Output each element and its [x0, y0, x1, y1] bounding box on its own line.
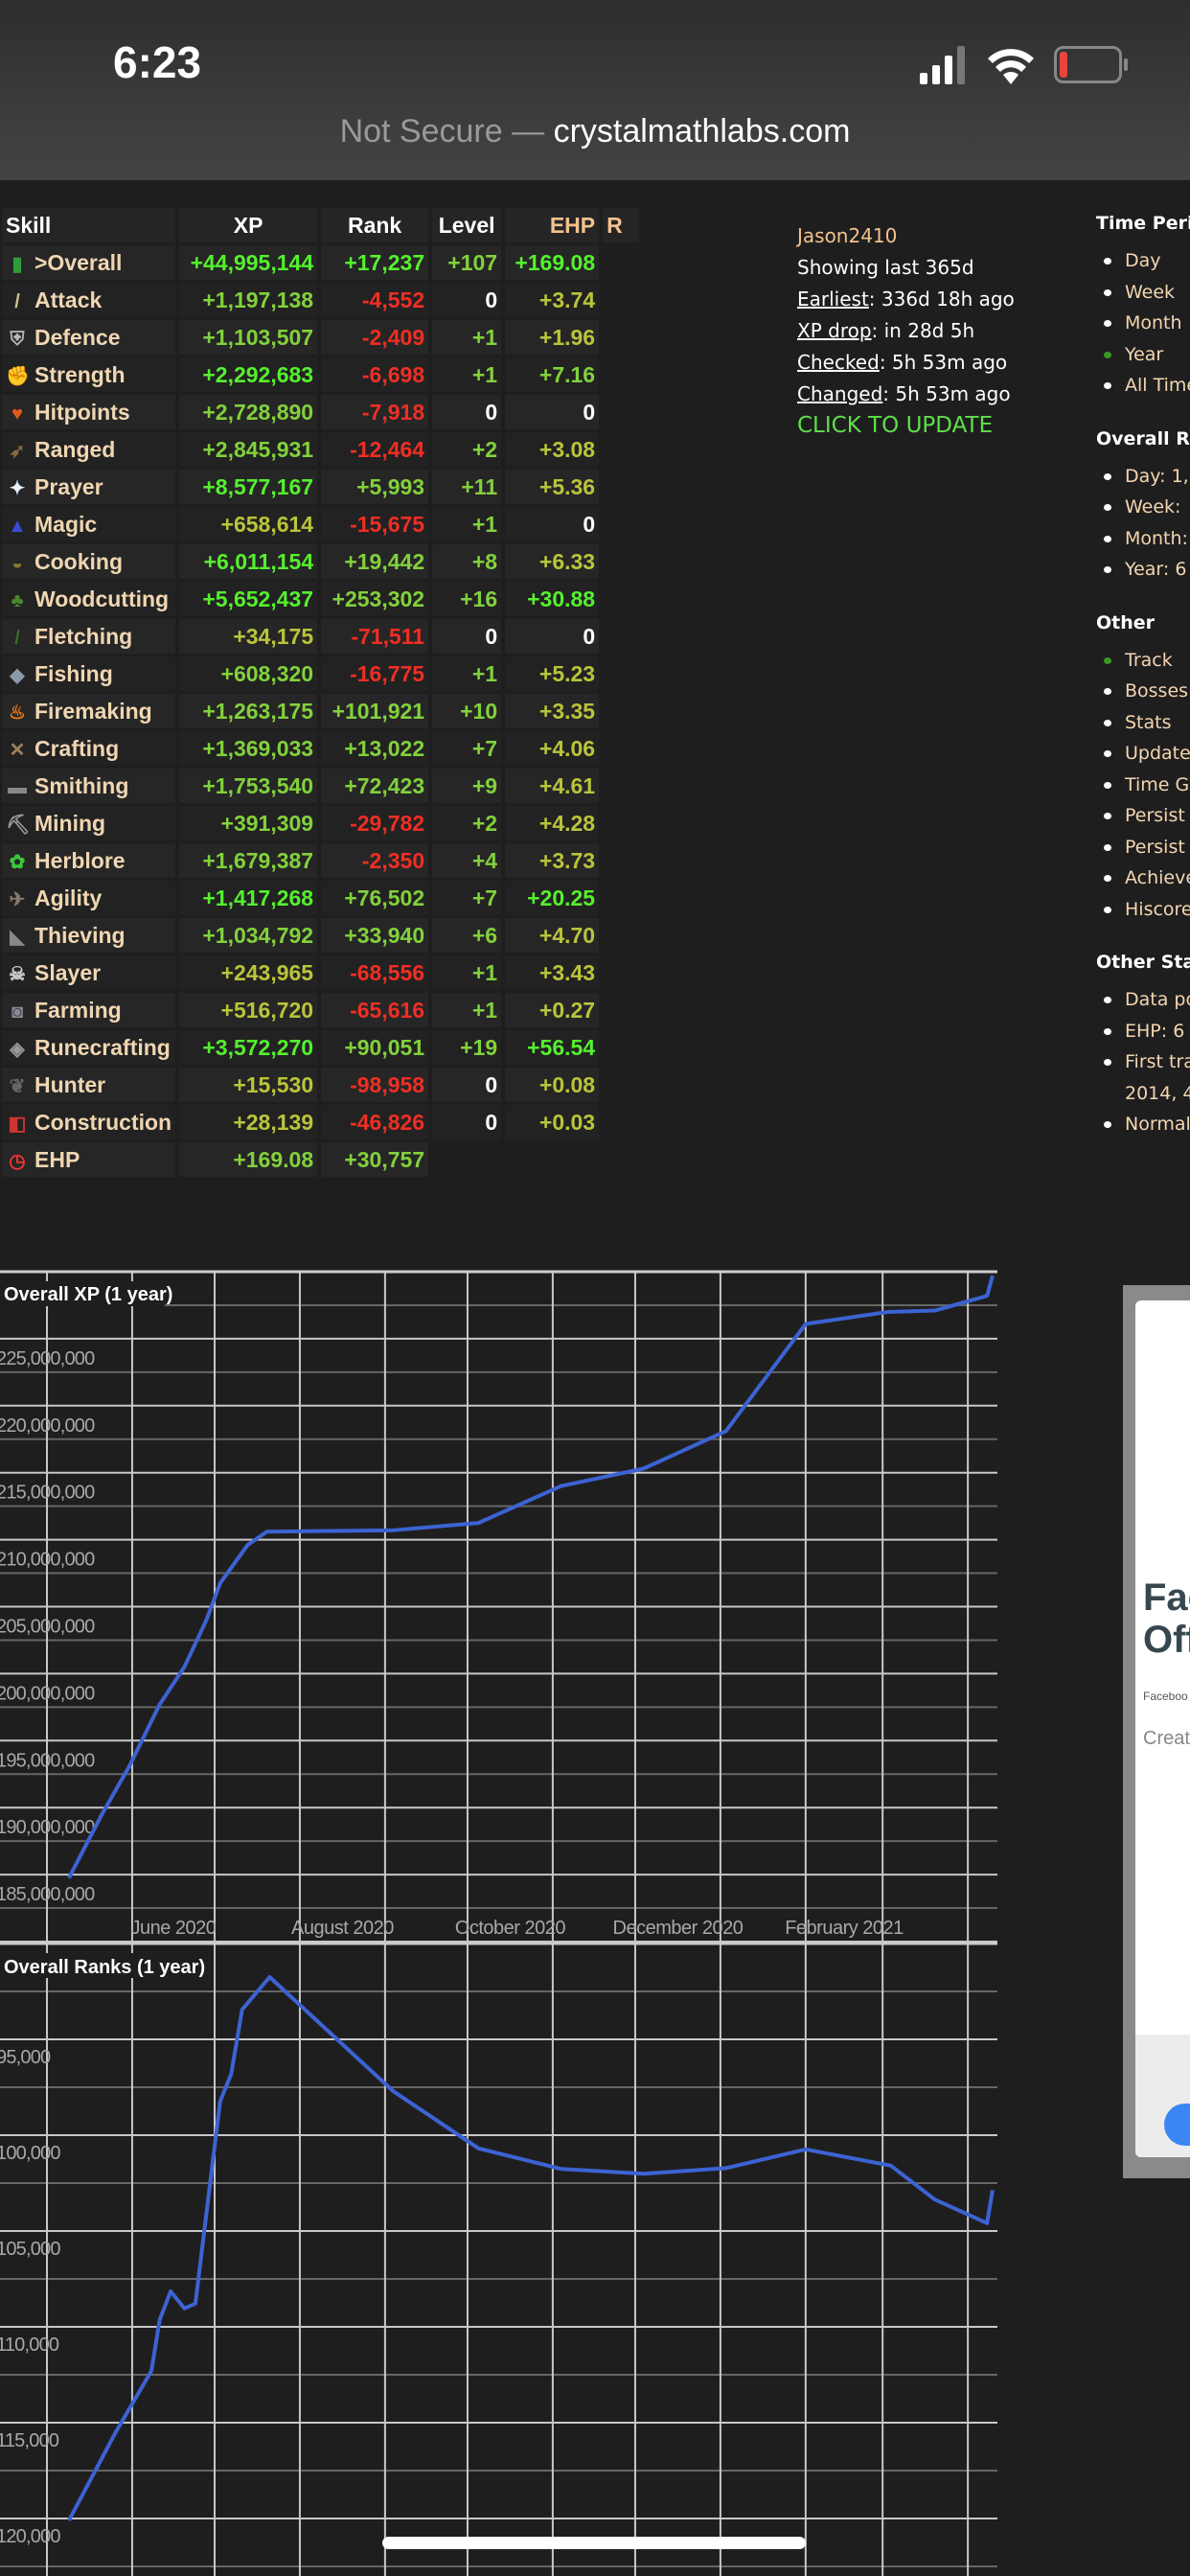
y-tick-label: 220,000,000	[0, 1415, 95, 1437]
ad-frame[interactable]: FacOff Faceboo Creat	[1123, 1285, 1190, 2178]
y-tick-label: 110,000	[0, 2334, 59, 2356]
chart-title: Overall Ranks (1 year)	[4, 1957, 205, 1978]
ad-source: Faceboo	[1143, 1690, 1188, 1703]
y-tick-label: 195,000,000	[0, 1750, 95, 1771]
y-tick-label: 105,000	[0, 2239, 60, 2260]
x-tick-label: February 2021	[785, 1918, 904, 1939]
x-tick-label: August 2020	[291, 1918, 394, 1939]
ad-title: FacOff	[1143, 1576, 1190, 1661]
y-tick-label: 215,000,000	[0, 1483, 95, 1504]
ad-title-line2: Off	[1143, 1619, 1190, 1661]
home-indicator[interactable]	[382, 2537, 806, 2549]
y-tick-label: 185,000,000	[0, 1884, 95, 1905]
y-tick-label: 100,000	[0, 2143, 60, 2164]
ad-title-line1: Fac	[1143, 1576, 1190, 1619]
chart-title: Overall XP (1 year)	[4, 1284, 172, 1305]
charts: 185,000,000 190,000,000 195,000,000 200,000…	[0, 1270, 997, 2576]
x-tick-label: October 2020	[455, 1918, 566, 1939]
y-tick-label: 200,000,000	[0, 1683, 95, 1704]
y-tick-label: 210,000,000	[0, 1550, 95, 1571]
ad-button[interactable]	[1164, 2104, 1190, 2146]
xp-series-line	[67, 1275, 995, 1879]
y-tick-label: 225,000,000	[0, 1348, 95, 1369]
rank-series-line	[67, 1975, 995, 2521]
y-tick-label: 115,000	[0, 2430, 59, 2451]
y-tick-label: 120,000	[0, 2526, 60, 2547]
y-tick-label: 205,000,000	[0, 1617, 95, 1638]
ad-card[interactable]: FacOff Faceboo Creat	[1135, 1300, 1190, 2157]
y-tick-label: 95,000	[0, 2047, 51, 2068]
y-tick-label: 190,000,000	[0, 1817, 95, 1838]
ad-footer	[1135, 2035, 1190, 2157]
x-tick-label: June 2020	[131, 1918, 217, 1939]
ad-description: Creat	[1143, 1728, 1190, 1749]
x-tick-label: December 2020	[613, 1918, 744, 1939]
